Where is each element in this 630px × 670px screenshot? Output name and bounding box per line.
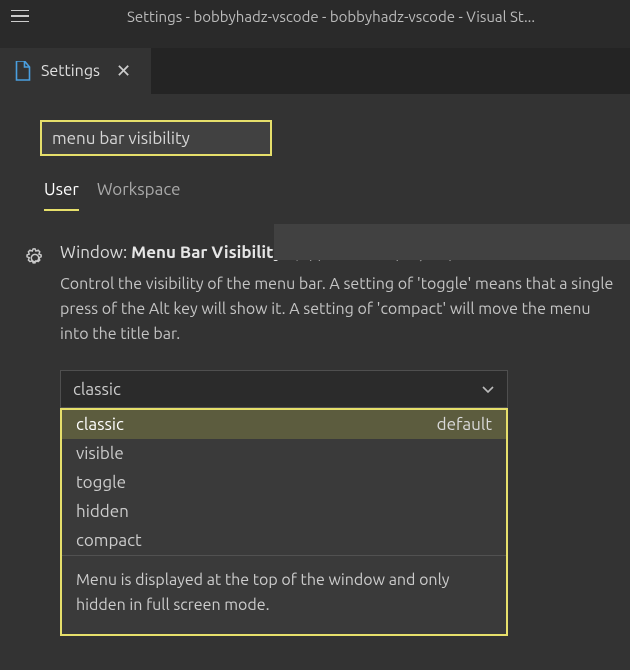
scope-tab-workspace[interactable]: Workspace [97,180,181,211]
settings-editor: User Workspace Window: Menu Bar Visibili… [0,94,630,670]
setting-item: Window: Menu Bar Visibility (Applies to … [60,243,615,636]
option-label: hidden [76,502,129,521]
option-label: toggle [76,473,126,492]
option-classic[interactable]: classic default [62,410,506,439]
setting-prefix: Window: [60,243,131,262]
window-title: Settings - bobbyhadz-vscode - bobbyhadz-… [32,8,630,25]
scope-tab-user[interactable]: User [44,180,79,211]
tab-settings[interactable]: Settings ✕ [0,48,151,94]
select-dropdown: classic default visible toggle hidden co… [60,408,508,636]
search-bg-extension [274,224,630,260]
title-bar: Settings - bobbyhadz-vscode - bobbyhadz-… [0,0,630,32]
scope-tabs: User Workspace [0,156,630,211]
editor-tab-bar: Settings ✕ [0,48,630,94]
option-description: Menu is displayed at the top of the wind… [62,555,506,634]
option-toggle[interactable]: toggle [62,468,506,497]
select-value: classic [73,380,121,399]
close-icon[interactable]: ✕ [110,60,137,82]
option-label: classic [76,415,124,434]
setting-description: Control the visibility of the menu bar. … [60,272,615,346]
option-hidden[interactable]: hidden [62,497,506,526]
file-icon [14,61,31,81]
default-tag: default [437,415,492,434]
chevron-down-icon [481,382,495,396]
setting-select[interactable]: classic [60,370,508,408]
app-menu-icon[interactable] [8,4,32,28]
gear-icon[interactable] [24,247,46,269]
option-label: compact [76,531,142,550]
option-label: visible [76,444,124,463]
option-visible[interactable]: visible [62,439,506,468]
option-compact[interactable]: compact [62,526,506,555]
tab-title: Settings [41,62,100,80]
settings-search-input[interactable] [40,120,272,156]
setting-title: Menu Bar Visibility [131,243,283,262]
